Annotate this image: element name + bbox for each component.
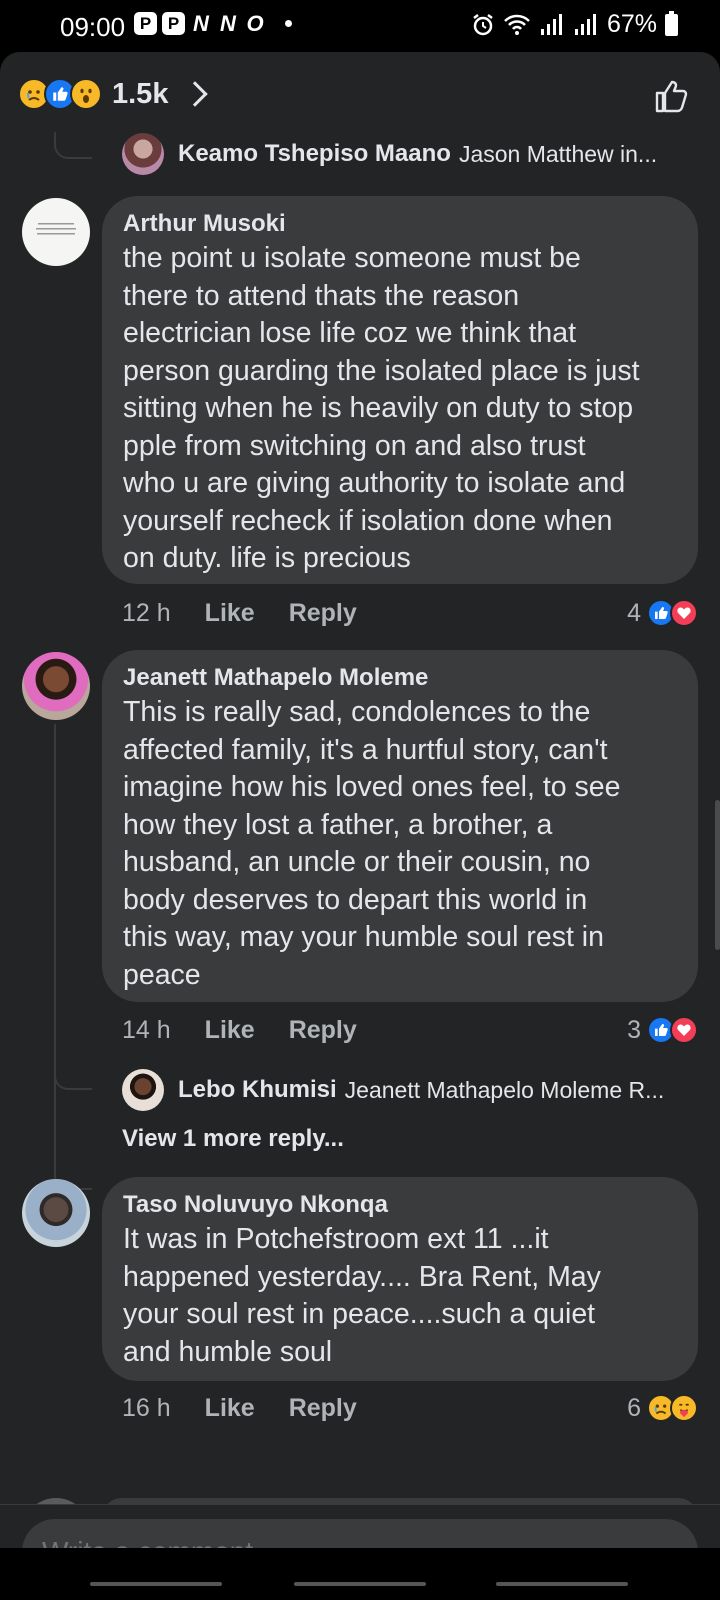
app-notification-icon: P (134, 12, 157, 35)
reactions-summary[interactable]: 1.5k (18, 74, 209, 114)
comment-author[interactable]: Jeanett Mathapelo Moleme (123, 662, 678, 694)
like-button[interactable]: Like (205, 1394, 255, 1423)
like-outline-icon[interactable] (654, 78, 690, 114)
comment-line: how they lost a father, a brother, a (123, 808, 553, 841)
comment-line: pple from switching on and also trust (123, 429, 586, 462)
reaction-count: 4 (627, 598, 641, 627)
reply-button[interactable]: Reply (289, 1016, 357, 1045)
comment-author[interactable]: Taso Noluvuyo Nkonqa (123, 1189, 678, 1221)
comment-text: the point u isolate someone must be ther… (123, 240, 678, 578)
care-emoji-icon (670, 1394, 698, 1422)
comment-timestamp[interactable]: 12 h (122, 599, 171, 628)
app-notification-icon: P (162, 12, 185, 35)
comment-author[interactable]: Arthur Musoki (123, 208, 678, 240)
avatar[interactable] (22, 652, 90, 720)
comment-line: person guarding the isolated place is ju… (123, 354, 640, 387)
comment-timestamp[interactable]: 16 h (122, 1394, 171, 1423)
reply-snippet: Jeanett Mathapelo Moleme R... (344, 1076, 665, 1103)
avatar[interactable] (122, 1069, 164, 1111)
comment-line: It was in Potchefstroom ext 11 ...it (123, 1223, 549, 1255)
reply-author[interactable]: Lebo Khumisi (178, 1076, 337, 1104)
comment-text: This is really sad, condolences to the a… (123, 694, 678, 994)
home-nav-button[interactable] (294, 1582, 426, 1586)
comment-actions: 16 h Like Reply (122, 1390, 357, 1426)
comment-timestamp[interactable]: 14 h (122, 1016, 171, 1045)
wow-emoji-icon (70, 78, 102, 110)
reply-button[interactable]: Reply (289, 1394, 357, 1423)
signal-icon (540, 13, 562, 35)
comment-line: and humble soul (123, 1335, 333, 1368)
reaction-count: 3 (627, 1015, 641, 1044)
comment-line: electrician lose life coz we think that (123, 317, 577, 349)
comment-line: peace (123, 958, 201, 991)
comment-line: imagine how his loved ones feel, to see (123, 771, 621, 803)
reply-preview[interactable]: Lebo Khumisi Jeanett Mathapelo Moleme R.… (122, 1068, 702, 1112)
comments-screen: 1.5k Keamo Tshepiso Maano Jason Matthew … (0, 52, 720, 1600)
reply-button[interactable]: Reply (289, 599, 357, 628)
reply-snippet: Jason Matthew in... (458, 140, 658, 167)
comment-line: This is really sad, condolences to the (123, 696, 591, 728)
avatar[interactable] (22, 1179, 90, 1247)
love-emoji-icon (670, 1016, 698, 1044)
comment-bubble[interactable]: Arthur Musoki the point u isolate someon… (102, 196, 698, 584)
comment-bubble[interactable]: Jeanett Mathapelo Moleme This is really … (102, 650, 698, 1002)
status-notification-icons: P P N N O (134, 10, 292, 36)
avatar[interactable] (22, 198, 90, 266)
more-notifications-dot-icon (285, 20, 292, 27)
scrollbar[interactable] (715, 800, 720, 950)
comment-line: there to attend thats the reason (123, 279, 520, 312)
reaction-total: 1.5k (112, 77, 169, 110)
battery-icon (665, 10, 678, 36)
comment-line: the point u isolate someone must be (123, 242, 581, 274)
thread-connector (54, 1068, 92, 1090)
comment-line: your soul rest in peace....such a quiet (123, 1298, 596, 1330)
comment-reactions[interactable]: 3 (627, 1012, 698, 1048)
reply-preview[interactable]: Keamo Tshepiso Maano Jason Matthew in... (122, 132, 702, 176)
avatar[interactable] (122, 133, 164, 175)
comment-line: on duty. life is precious (123, 542, 411, 574)
status-time: 09:00 (60, 12, 126, 42)
comment-line: happened yesterday.... Bra Rent, May (123, 1260, 601, 1293)
comment-line: body deserves to depart this world in (123, 883, 588, 916)
reaction-count: 6 (627, 1393, 641, 1422)
comment-line: who u are giving authority to isolate an… (123, 467, 626, 499)
system-nav-bar (0, 1548, 720, 1600)
status-right: 67% (471, 10, 678, 39)
comment-reactions[interactable]: 6 (627, 1390, 698, 1426)
view-more-replies-link[interactable]: View 1 more reply... (122, 1125, 344, 1153)
thread-connector (54, 132, 92, 159)
comment-line: this way, may your humble soul rest in (123, 921, 604, 953)
app-notification-icon: N (220, 10, 236, 36)
app-notification-icon: N (193, 10, 209, 36)
back-nav-button[interactable] (496, 1582, 628, 1586)
signal-icon (574, 13, 596, 35)
love-emoji-icon (670, 599, 698, 627)
chevron-right-icon (182, 81, 209, 107)
comment-line: affected family, it's a hurtful story, c… (123, 733, 608, 766)
recents-nav-button[interactable] (90, 1582, 222, 1586)
comment-line: husband, an uncle or their cousin, no (123, 846, 591, 878)
comment-line: yourself recheck if isolation done when (123, 504, 613, 537)
comment-actions: 14 h Like Reply (122, 1012, 357, 1048)
reply-author[interactable]: Keamo Tshepiso Maano (178, 140, 451, 168)
wifi-icon (504, 14, 530, 35)
status-bar: 09:00 P P N N O 67% (0, 0, 720, 52)
comment-text: It was in Potchefstroom ext 11 ...it hap… (123, 1221, 678, 1371)
battery-percent: 67% (606, 10, 657, 38)
alarm-icon (473, 13, 493, 35)
comment-bubble[interactable]: Taso Noluvuyo Nkonqa It was in Potchefst… (102, 1177, 698, 1381)
comment-line: sitting when he is heavily on duty to st… (123, 392, 634, 424)
comment-reactions[interactable]: 4 (627, 595, 698, 631)
comment-actions: 12 h Like Reply (122, 595, 357, 631)
app-notification-icon: O (246, 10, 264, 36)
like-button[interactable]: Like (205, 599, 255, 628)
like-button[interactable]: Like (205, 1016, 255, 1045)
